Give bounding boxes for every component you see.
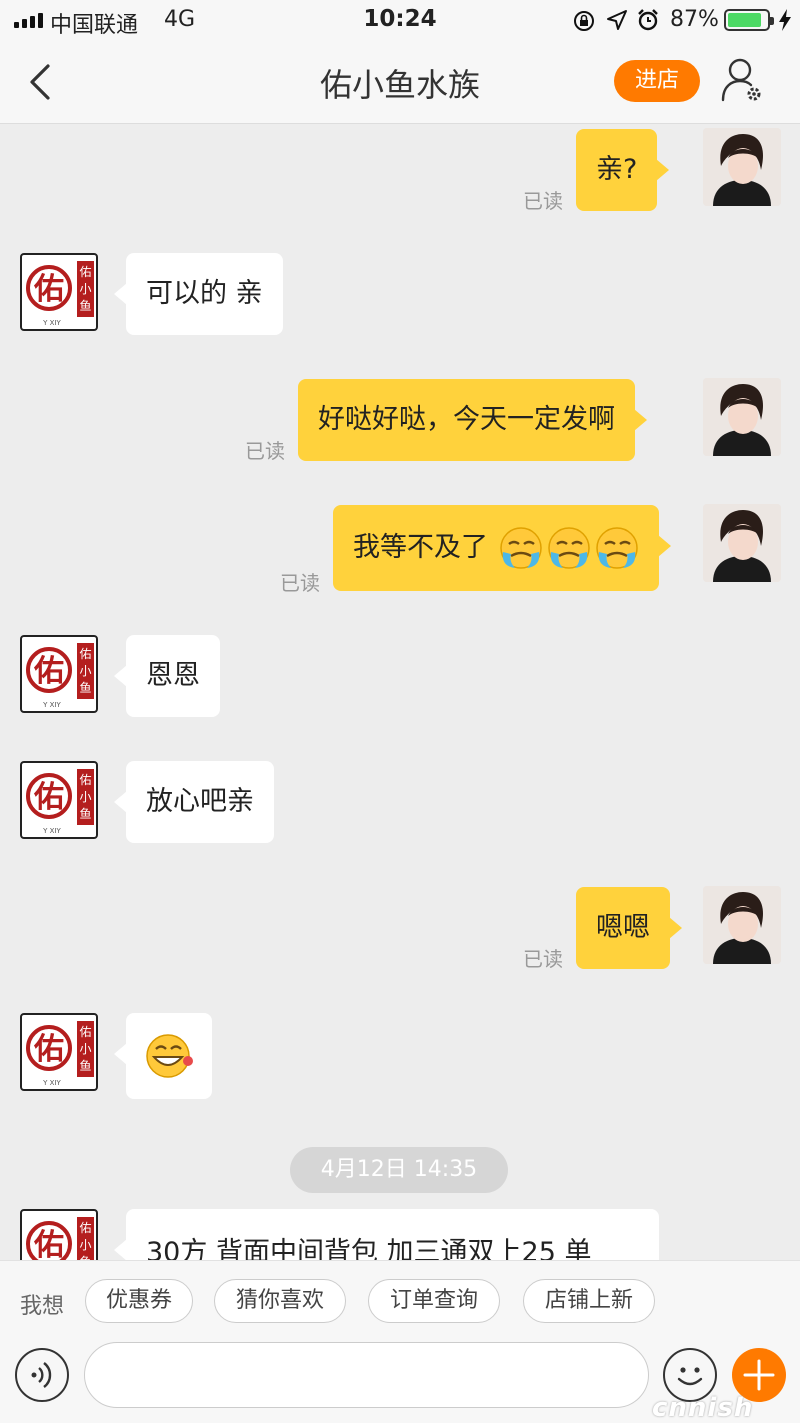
shop-logo: 佑 佑 小 鱼 Y XIY: [26, 769, 94, 835]
my-message-bubble[interactable]: 好哒好哒，今天一定发啊: [298, 379, 647, 461]
message-text: 恩恩: [146, 660, 200, 691]
battery-percent: 87%: [670, 7, 719, 32]
read-receipt: 已读: [523, 947, 563, 971]
shop-logo: 佑 佑 小 鱼 Y XIY: [26, 261, 94, 327]
svg-text:佑: 佑: [79, 1025, 91, 1039]
enter-store-button[interactable]: 进店: [614, 60, 700, 102]
voice-button[interactable]: [15, 1348, 69, 1402]
message-list[interactable]: 亲? 已读 佑 佑 小 鱼 Y XIY 可以的 亲 好哒好哒，今天一定发啊 已读: [0, 125, 800, 1260]
message-text: 30方 背面中间背包 加三通双上25 单: [146, 1237, 592, 1260]
message-text: 可以的 亲: [146, 278, 263, 309]
location-icon: [607, 10, 627, 30]
user-settings-icon[interactable]: [720, 56, 766, 106]
shop-logo: 佑 佑 小 鱼 Y XIY: [26, 1021, 94, 1087]
svg-text:小: 小: [79, 664, 91, 678]
svg-text:鱼: 鱼: [79, 681, 91, 695]
chip-new-arrivals[interactable]: 店铺上新: [523, 1279, 655, 1323]
user-photo: [703, 128, 781, 206]
shop-message-bubble[interactable]: [114, 1013, 212, 1099]
my-message-bubble[interactable]: 我等不及了: [333, 505, 671, 591]
shop-avatar[interactable]: 佑 佑 小 鱼 Y XIY: [20, 635, 98, 713]
user-photo: [703, 886, 781, 964]
my-avatar[interactable]: [703, 378, 781, 456]
svg-text:鱼: 鱼: [79, 807, 91, 821]
message-text: 嗯嗯: [596, 912, 650, 943]
quick-actions-bar: 我想 优惠券 猜你喜欢 订单查询 店铺上新: [0, 1260, 800, 1340]
svg-text:鱼: 鱼: [79, 1059, 91, 1073]
alarm-icon: [638, 9, 658, 31]
chip-coupon[interactable]: 优惠券: [85, 1279, 193, 1323]
svg-text:Y XIY: Y XIY: [42, 701, 61, 709]
my-avatar[interactable]: [703, 504, 781, 582]
svg-text:佑: 佑: [33, 1228, 64, 1260]
svg-text:佑: 佑: [79, 265, 91, 279]
quick-actions-label: 我想: [20, 1294, 65, 1319]
svg-text:佑: 佑: [79, 647, 91, 661]
crying-emoji-group: [499, 526, 638, 569]
message-text: 放心吧亲: [146, 786, 254, 817]
svg-text:佑: 佑: [33, 780, 64, 815]
svg-text:Y XIY: Y XIY: [42, 1079, 61, 1087]
message-input[interactable]: [84, 1342, 649, 1408]
crying-emoji: [595, 526, 638, 569]
svg-text:佑: 佑: [33, 654, 64, 689]
svg-text:小: 小: [79, 1238, 91, 1252]
shop-avatar[interactable]: 佑 佑 小 鱼: [20, 1209, 98, 1260]
chip-guess-you-like[interactable]: 猜你喜欢: [214, 1279, 346, 1323]
user-photo: [703, 378, 781, 456]
my-message-bubble[interactable]: 嗯嗯: [576, 887, 682, 969]
my-avatar[interactable]: [703, 886, 781, 964]
shop-avatar[interactable]: 佑 佑 小 鱼 Y XIY: [20, 761, 98, 839]
svg-text:小: 小: [79, 282, 91, 296]
battery-icon: [724, 9, 774, 31]
shop-avatar[interactable]: 佑 佑 小 鱼 Y XIY: [20, 253, 98, 331]
shop-logo: 佑 佑 小 鱼: [26, 1217, 94, 1260]
shop-logo: 佑 佑 小 鱼 Y XIY: [26, 643, 94, 709]
crying-emoji: [499, 526, 542, 569]
read-receipt: 已读: [245, 439, 285, 463]
voice-icon: [31, 1362, 52, 1388]
shop-message-bubble[interactable]: 恩恩: [114, 635, 220, 717]
read-receipt: 已读: [523, 189, 563, 213]
watermark: cnnish: [652, 1393, 754, 1423]
svg-text:佑: 佑: [79, 773, 91, 787]
svg-text:Y XIY: Y XIY: [42, 319, 61, 327]
status-bar: 中国联通 4G 10:24 87%: [0, 0, 800, 40]
read-receipt: 已读: [280, 571, 320, 595]
chip-order-query[interactable]: 订单查询: [368, 1279, 500, 1323]
svg-text:佑: 佑: [33, 1032, 64, 1067]
message-text: 我等不及了: [353, 532, 488, 563]
shop-message-bubble[interactable]: 可以的 亲: [114, 253, 283, 335]
svg-text:佑: 佑: [33, 272, 64, 307]
shop-message-bubble[interactable]: 放心吧亲: [114, 761, 274, 843]
svg-text:佑: 佑: [79, 1221, 91, 1235]
grinning-emoji: [146, 1034, 193, 1078]
svg-text:Y XIY: Y XIY: [42, 827, 61, 835]
shop-message-bubble[interactable]: 30方 背面中间背包 加三通双上25 单: [114, 1209, 659, 1260]
crying-emoji: [547, 526, 590, 569]
chat-header: 佑小鱼水族 进店: [0, 40, 800, 124]
charging-icon: [779, 9, 791, 31]
orientation-lock-icon: [574, 11, 594, 31]
message-text: 亲?: [596, 154, 638, 185]
my-avatar[interactable]: [703, 128, 781, 206]
svg-text:小: 小: [79, 790, 91, 804]
message-timestamp: 4月12日 14:35: [290, 1147, 508, 1193]
svg-text:小: 小: [79, 1042, 91, 1056]
svg-text:鱼: 鱼: [79, 299, 91, 313]
message-text: 好哒好哒，今天一定发啊: [318, 404, 615, 435]
user-photo: [703, 504, 781, 582]
shop-avatar[interactable]: 佑 佑 小 鱼 Y XIY: [20, 1013, 98, 1091]
my-message-bubble[interactable]: 亲?: [576, 129, 670, 211]
